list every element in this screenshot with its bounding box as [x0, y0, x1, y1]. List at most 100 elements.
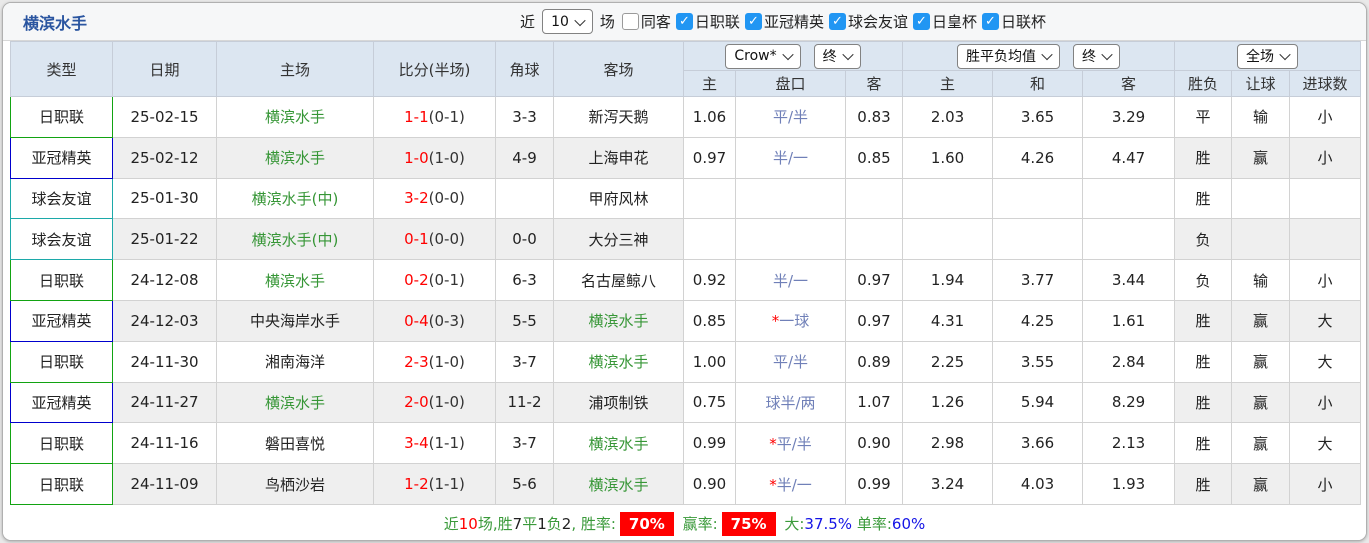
away-team-cell: 大分三神 — [553, 218, 684, 261]
summary-text: 10 — [458, 514, 478, 533]
scope-group-header: 全场 — [1174, 41, 1362, 71]
goals-cell: 小 — [1289, 136, 1362, 179]
odds-time-value: 终 — [822, 49, 837, 65]
checked-checkbox-icon[interactable]: ✓ — [912, 13, 930, 30]
chevron-down-icon — [1279, 48, 1291, 61]
handicap-cell: 半/一 — [735, 136, 846, 179]
avg-home-cell: 4.31 — [902, 299, 994, 342]
home-team-cell: 磐田喜悦 — [216, 422, 374, 465]
handicap-result-cell — [1231, 218, 1291, 261]
recent-count-value: 10 — [551, 13, 569, 30]
checked-checkbox-icon[interactable]: ✓ — [981, 13, 999, 30]
avg-draw-cell — [992, 218, 1084, 261]
avg-away-cell: 4.47 — [1082, 136, 1176, 179]
avg-draw-cell: 4.26 — [992, 136, 1084, 179]
league-type-cell: 亚冠精英 — [10, 381, 113, 424]
avg-home-cell: 2.98 — [902, 422, 994, 465]
table-row: 亚冠精英 24-11-27 横滨水手 2-0(1-0) 11-2 浦项制铁 0.… — [10, 381, 1362, 424]
halftime-score: (0-0) — [428, 230, 465, 249]
avg-away-cell — [1082, 218, 1176, 261]
handicap-result-cell: 赢 — [1231, 422, 1291, 465]
league-type-cell: 球会友谊 — [10, 177, 113, 220]
goals-cell: 小 — [1289, 259, 1362, 301]
filter-checkbox-1[interactable]: ✓ 日职联 — [675, 11, 740, 32]
avg-time-select[interactable]: 终 — [1073, 43, 1121, 69]
checked-checkbox-icon[interactable]: ✓ — [744, 13, 762, 30]
handicap-cell: 球半/两 — [735, 381, 846, 424]
away-team-cell: 浦项制铁 — [553, 381, 684, 424]
filter-checkbox-2[interactable]: ✓ 亚冠精英 — [744, 11, 824, 32]
score-cell: 3-2(0-0) — [373, 177, 496, 220]
handicap-cell: *一球 — [735, 299, 846, 342]
score-cell: 0-2(0-1) — [373, 259, 496, 301]
date-cell: 24-11-27 — [112, 381, 217, 424]
away-team-cell: 名古屋鲸八 — [553, 259, 684, 301]
avg-home-cell: 1.94 — [902, 259, 994, 301]
handicap-cell — [735, 177, 846, 220]
table-row: 亚冠精英 24-12-03 中央海岸水手 0-4(0-3) 5-5 横滨水手 0… — [10, 299, 1362, 342]
avg-away-cell: 2.84 — [1082, 340, 1176, 383]
odds-home-cell: 0.92 — [683, 259, 736, 301]
corner-cell: 3-7 — [495, 422, 554, 465]
fulltime-score: 0-2 — [404, 271, 429, 290]
corner-cell — [495, 177, 554, 220]
result-cell: 负 — [1174, 259, 1233, 301]
odds-company-select[interactable]: Crow* — [725, 43, 801, 69]
filter-checkbox-3[interactable]: ✓ 球会友谊 — [828, 11, 908, 32]
summary-text: 近 — [443, 515, 459, 534]
summary-text: 37.5% — [804, 514, 853, 533]
odds-home-cell: 1.00 — [683, 340, 736, 383]
col-header-date: 日期 — [112, 41, 217, 97]
handicap-cell — [735, 218, 846, 261]
recent-label: 近 — [520, 13, 536, 31]
summary-footer: 近 10 场,胜 7 平 1 负 2, 胜率: 70% 赢率: 75% 大: 37.5% 单率: 60… — [3, 504, 1366, 540]
chevron-down-icon — [1041, 48, 1053, 61]
sub-header-avg-draw: 和 — [992, 70, 1084, 97]
filter-checkbox-0[interactable]: 同客 — [621, 11, 671, 32]
handicap-cell: 平/半 — [735, 340, 846, 383]
summary-text: 场,胜 — [477, 515, 513, 534]
chevron-down-icon — [841, 48, 854, 61]
corner-cell: 11-2 — [495, 381, 554, 424]
sub-header-avg-home: 主 — [902, 70, 994, 97]
result-cell: 胜 — [1174, 177, 1233, 220]
odds-away-cell: 0.89 — [844, 340, 904, 383]
fulltime-score: 0-4 — [404, 311, 429, 330]
halftime-score: (1-0) — [428, 148, 465, 167]
date-cell: 25-02-12 — [112, 136, 217, 179]
avg-home-cell: 3.24 — [902, 463, 994, 505]
away-team-cell: 新泻天鹅 — [553, 96, 684, 138]
sub-header-handicap: 盘口 — [735, 70, 846, 97]
handicap-value: 平/半 — [776, 434, 812, 453]
checked-checkbox-icon[interactable]: ✓ — [828, 13, 846, 30]
handicap-result-cell: 输 — [1231, 259, 1291, 301]
odds-away-cell: 0.90 — [844, 422, 904, 465]
filter-checkbox-5[interactable]: ✓ 日联杯 — [981, 11, 1046, 32]
away-team-cell: 横滨水手 — [553, 340, 684, 383]
recent-count-select[interactable]: 10 — [542, 9, 593, 34]
chevron-down-icon — [781, 48, 794, 61]
goals-cell — [1289, 177, 1362, 220]
avg-away-cell: 1.93 — [1082, 463, 1176, 505]
matches-table: 类型 日期 主场 比分(半场) 角球 客场 Crow* 终 胜平负均值 终 全场… — [10, 41, 1362, 505]
filter-checkbox-4[interactable]: ✓ 日皇杯 — [912, 11, 977, 32]
scope-select[interactable]: 全场 — [1237, 43, 1299, 69]
away-team-cell: 横滨水手 — [553, 422, 684, 465]
odds-away-cell: 0.85 — [844, 136, 904, 179]
date-cell: 24-11-09 — [112, 463, 217, 505]
summary-text: 2 — [561, 514, 572, 533]
summary-text: 7 — [512, 514, 523, 533]
handicap-value: 球半/两 — [765, 393, 816, 412]
handicap-result-cell: 赢 — [1231, 340, 1291, 383]
unchecked-checkbox-icon[interactable] — [621, 13, 639, 30]
avg-type-select[interactable]: 胜平负均值 — [957, 43, 1061, 69]
odds-time-select[interactable]: 终 — [813, 43, 861, 69]
home-team-cell: 中央海岸水手 — [216, 299, 374, 342]
checked-checkbox-icon[interactable]: ✓ — [675, 13, 693, 30]
sub-header-avg-away: 客 — [1082, 70, 1176, 97]
avg-home-cell: 1.26 — [902, 381, 994, 424]
matches-label: 场 — [599, 13, 615, 31]
handicap-value: 平/半 — [772, 108, 809, 127]
league-filter-checkboxes: 同客 ✓ 日职联 ✓ 亚冠精英 ✓ 球会友谊 ✓ 日皇杯 ✓ 日联杯 — [621, 11, 1046, 32]
avg-home-cell: 1.60 — [902, 136, 994, 179]
